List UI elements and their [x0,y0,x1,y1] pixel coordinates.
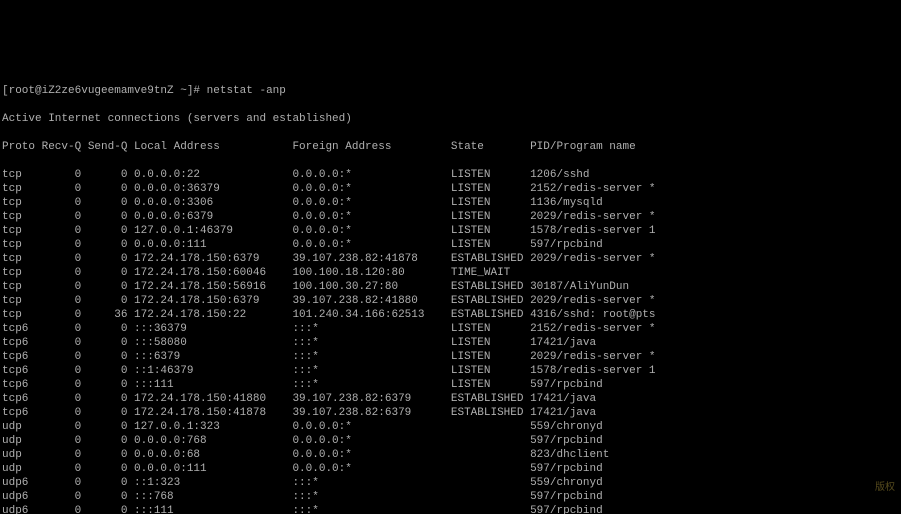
inet-row: tcp 0 0 127.0.0.1:46379 0.0.0.0:* LISTEN… [2,224,899,238]
inet-row: tcp6 0 0 :::6379 :::* LISTEN 2029/redis-… [2,350,899,364]
inet-row: udp6 0 0 ::1:323 :::* 559/chronyd [2,476,899,490]
inet-header: Active Internet connections (servers and… [2,112,899,126]
command: netstat -anp [207,85,286,97]
terminal-output[interactable]: [root@iZ2ze6vugeemamve9tnZ ~]# netstat -… [0,70,901,514]
inet-row: udp6 0 0 :::768 :::* 597/rpcbind [2,490,899,504]
inet-row: tcp6 0 0 ::1:46379 :::* LISTEN 1578/redi… [2,364,899,378]
inet-row: tcp6 0 0 172.24.178.150:41878 39.107.238… [2,406,899,420]
inet-row: tcp6 0 0 :::36379 :::* LISTEN 2152/redis… [2,322,899,336]
inet-row: tcp 0 0 0.0.0.0:111 0.0.0.0:* LISTEN 597… [2,238,899,252]
inet-row: tcp6 0 0 172.24.178.150:41880 39.107.238… [2,392,899,406]
inet-row: udp 0 0 127.0.0.1:323 0.0.0.0:* 559/chro… [2,420,899,434]
inet-row: udp 0 0 0.0.0.0:768 0.0.0.0:* 597/rpcbin… [2,434,899,448]
prompt: [root@iZ2ze6vugeemamve9tnZ ~]# [2,85,200,97]
inet-row: tcp 0 0 0.0.0.0:6379 0.0.0.0:* LISTEN 20… [2,210,899,224]
inet-row: tcp 0 0 0.0.0.0:22 0.0.0.0:* LISTEN 1206… [2,168,899,182]
inet-row: tcp 0 36 172.24.178.150:22 101.240.34.16… [2,308,899,322]
inet-row: tcp 0 0 172.24.178.150:6379 39.107.238.8… [2,294,899,308]
inet-row: tcp 0 0 0.0.0.0:36379 0.0.0.0:* LISTEN 2… [2,182,899,196]
inet-row: udp 0 0 0.0.0.0:111 0.0.0.0:* 597/rpcbin… [2,462,899,476]
inet-row: tcp 0 0 172.24.178.150:6379 39.107.238.8… [2,252,899,266]
inet-row: tcp6 0 0 :::58080 :::* LISTEN 17421/java [2,336,899,350]
prompt-line: [root@iZ2ze6vugeemamve9tnZ ~]# netstat -… [2,84,899,98]
inet-table-body: tcp 0 0 0.0.0.0:22 0.0.0.0:* LISTEN 1206… [2,168,899,514]
inet-row: udp6 0 0 :::111 :::* 597/rpcbind [2,504,899,514]
inet-row: udp 0 0 0.0.0.0:68 0.0.0.0:* 823/dhclien… [2,448,899,462]
inet-row: tcp 0 0 0.0.0.0:3306 0.0.0.0:* LISTEN 11… [2,196,899,210]
inet-columns: Proto Recv-Q Send-Q Local Address Foreig… [2,140,899,154]
inet-row: tcp 0 0 172.24.178.150:60046 100.100.18.… [2,266,899,280]
inet-row: tcp 0 0 172.24.178.150:56916 100.100.30.… [2,280,899,294]
inet-row: tcp6 0 0 :::111 :::* LISTEN 597/rpcbind [2,378,899,392]
